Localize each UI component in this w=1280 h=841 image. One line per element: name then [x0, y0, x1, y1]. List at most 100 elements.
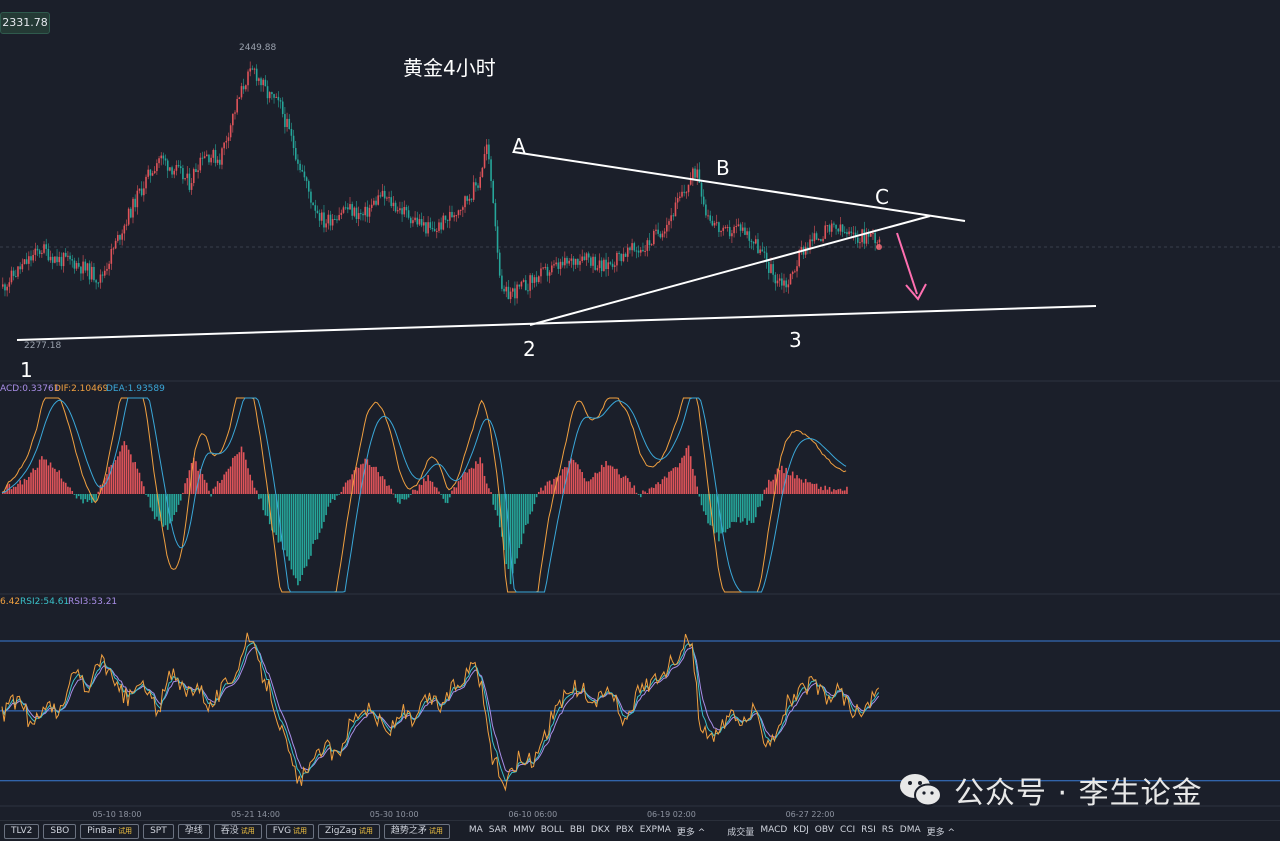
macd-bar	[375, 466, 377, 494]
macd-bar	[357, 467, 360, 494]
macd-bar	[713, 494, 716, 534]
main-indicator-tab[interactable]: SAR	[486, 825, 510, 838]
candle-body	[679, 196, 681, 199]
macd-bar	[531, 494, 534, 512]
macd-bar	[301, 494, 304, 576]
candle-body	[653, 230, 655, 245]
macd-bar	[468, 469, 471, 494]
sub-indicator-tab[interactable]: OBV	[812, 825, 837, 838]
macd-bar	[479, 457, 481, 494]
sub-indicator-tab[interactable]: RSI	[858, 825, 879, 838]
candle-body	[392, 202, 395, 207]
main-indicator-tab[interactable]: BOLL	[538, 825, 567, 838]
candle-body	[529, 275, 531, 291]
macd-bar	[221, 479, 223, 494]
macd-bar	[312, 494, 314, 544]
macd-bar	[444, 494, 447, 503]
candle-body	[245, 85, 247, 90]
main-indicator-tab[interactable]: 更多 ^	[674, 825, 708, 838]
macd-bar	[216, 481, 219, 494]
macd-bar	[631, 487, 633, 494]
macd-bar	[837, 489, 840, 494]
candle-body	[692, 168, 694, 179]
candle-body	[833, 223, 835, 225]
tool-button[interactable]: PinBar 试用	[80, 823, 140, 839]
sub-indicator-tab[interactable]: KDJ	[790, 825, 812, 838]
macd-bar	[251, 480, 254, 494]
macd-bar	[739, 494, 742, 523]
candle-body	[373, 200, 375, 205]
candle-body	[663, 231, 666, 234]
time-tick-label: 05-21 14:00	[231, 810, 280, 819]
candle-body	[870, 233, 872, 237]
candle-body	[444, 215, 447, 220]
candle-body	[605, 259, 607, 270]
macd-bar	[655, 484, 657, 494]
macd-bar	[77, 494, 80, 497]
macd-bar	[175, 494, 178, 513]
trendline-support-1-3[interactable]	[16, 305, 1097, 341]
sub-indicator-tab[interactable]: 成交量	[724, 825, 757, 838]
candle-body	[368, 207, 371, 217]
macd-bar	[316, 494, 319, 540]
tool-button[interactable]: TLV2	[4, 823, 40, 839]
time-axis: 05-10 18:00 05-21 14:00 05-30 10:00 06-10 0…	[93, 810, 835, 819]
candle-body	[796, 266, 798, 272]
candle-body	[737, 224, 740, 227]
main-indicator-tab[interactable]: MMV	[510, 825, 538, 838]
candle-body	[125, 224, 128, 226]
tool-button[interactable]: SBO	[43, 823, 77, 839]
macd-bar	[427, 475, 429, 494]
macd-bar	[765, 487, 768, 494]
trendline-resistance-a-c[interactable]	[513, 151, 966, 222]
tool-button[interactable]: SPT	[143, 823, 174, 839]
tool-button[interactable]: FVG 试用	[265, 823, 315, 839]
trial-badge: 试用	[428, 826, 443, 835]
candle-body	[503, 288, 505, 292]
candle-body	[781, 278, 783, 286]
sub-indicator-tab[interactable]: MACD	[757, 825, 790, 838]
candle-body	[466, 196, 468, 201]
macd-bar	[25, 479, 28, 494]
trial-badge: 试用	[293, 826, 308, 835]
macd-bar	[36, 467, 39, 494]
candle-body	[631, 243, 633, 251]
main-indicator-tab[interactable]: MA	[466, 825, 486, 838]
candle-body	[23, 259, 26, 265]
macd-bar	[149, 494, 152, 508]
macd-bar	[537, 491, 540, 494]
candle-body	[366, 206, 369, 217]
main-indicator-tab[interactable]: EXPMA	[637, 825, 674, 838]
candle-body	[624, 253, 627, 257]
main-indicator-tab[interactable]: BBI	[567, 825, 588, 838]
macd-bar	[323, 494, 325, 522]
main-indicator-tab[interactable]: PBX	[613, 825, 637, 838]
tool-button[interactable]: 吞没 试用	[213, 823, 262, 839]
candle-body	[312, 202, 314, 206]
macd-bar	[750, 494, 753, 524]
sub-indicator-tab[interactable]: RS	[879, 825, 897, 838]
macd-bar	[683, 455, 685, 494]
tool-button[interactable]: 孕线	[177, 823, 210, 839]
candle-body	[294, 148, 297, 160]
macd-bar	[245, 459, 247, 494]
sub-indicator-tab[interactable]: CCI	[837, 825, 858, 838]
macd-bar	[600, 464, 603, 494]
candle-body	[772, 264, 774, 275]
candle-body	[587, 253, 590, 258]
candle-body	[551, 265, 553, 273]
macd-bar	[290, 494, 293, 570]
tool-button[interactable]: ZigZag 试用	[318, 823, 380, 839]
candle-body	[514, 288, 516, 299]
tool-button[interactable]: 趋势之矛 试用	[383, 823, 450, 839]
main-indicator-tab[interactable]: DKX	[588, 825, 613, 838]
macd-bar	[21, 484, 24, 494]
candle-body	[783, 280, 785, 286]
macd-bar	[212, 488, 215, 494]
macd-bar	[340, 491, 343, 494]
macd-bar	[826, 489, 829, 494]
macd-bar	[227, 468, 230, 494]
macd-bar	[38, 459, 41, 494]
sub-indicator-tab[interactable]: DMA	[897, 825, 924, 838]
sub-indicator-tab[interactable]: 更多 ^	[924, 825, 958, 838]
